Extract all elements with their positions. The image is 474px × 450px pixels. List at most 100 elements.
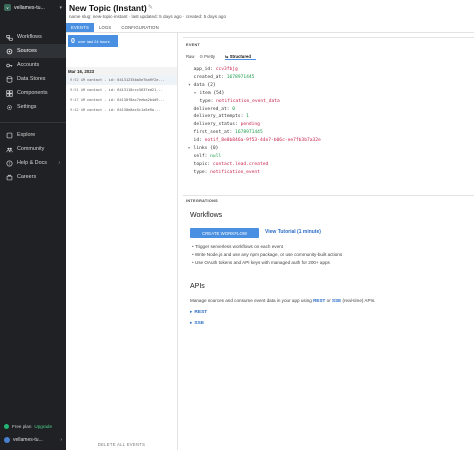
apis-desc-or: or xyxy=(325,298,332,303)
json-value: ccv3fbjg xyxy=(212,67,238,72)
apis-desc-pre: Manage sources and consume event data in… xyxy=(190,298,314,303)
json-line[interactable]: ▸ item {54} xyxy=(188,90,321,98)
json-key: item {54} xyxy=(199,90,225,96)
rest-inline-link[interactable]: REST xyxy=(313,298,325,303)
json-line[interactable]: ▸ links {0} xyxy=(188,145,321,153)
event-count-label: over last 24 hours xyxy=(77,38,110,44)
json-line: delivery_status: pending xyxy=(188,121,321,129)
sources-icon xyxy=(5,47,13,55)
tab-raw[interactable]: Raw xyxy=(186,54,194,60)
tab-bar: EVENTS LOGS CONFIGURATION xyxy=(66,23,164,32)
user-name: vellames-tu... xyxy=(13,437,43,443)
sidebar-item-label: Community xyxy=(17,146,45,152)
json-value: 1 xyxy=(243,114,249,120)
rest-expander[interactable]: ▸ REST xyxy=(190,310,207,315)
workflow-icon xyxy=(5,33,13,41)
workspace-switcher[interactable]: v vellames-tu... ▾ xyxy=(4,2,62,13)
user-menu[interactable]: vellames-tu... › xyxy=(4,437,62,443)
json-key: delivered_at: xyxy=(193,106,230,112)
sidebar-item-label: Help & Docs xyxy=(17,160,47,166)
json-line[interactable]: ▾ data {2} xyxy=(188,82,321,90)
sidebar-item-data-stores[interactable]: Data Stores xyxy=(0,72,66,86)
sidebar-item-label: Explore xyxy=(17,132,36,138)
sidebar-item-label: Accounts xyxy=(17,62,40,68)
sidebar-item-workflows[interactable]: Workflows xyxy=(0,30,66,44)
json-line: created_at: 1678971445 xyxy=(188,74,321,82)
json-value: notif_8e8b846a-9f53-44e7-b06c-ee7fb3b7a3… xyxy=(201,138,321,144)
database-icon xyxy=(5,75,13,83)
json-value: 1678971445 xyxy=(223,74,255,80)
event-summary: contact - id: 64131235ba5e7ba9f2e... xyxy=(87,78,165,82)
json-value: 1678971445 xyxy=(232,130,263,136)
event-row[interactable]: 9:42 AM contact - id: 64130e8ac5c1a5e9a.… xyxy=(66,105,177,115)
pencil-icon[interactable]: ✎ xyxy=(148,4,153,11)
apis-description: Manage sources and consume event data in… xyxy=(190,298,375,303)
sidebar-item-label: Settings xyxy=(17,104,37,110)
list-item: Use OAuth tokens and API keys with manag… xyxy=(192,259,342,267)
sidebar-item-settings[interactable]: Settings xyxy=(0,100,66,114)
sidebar-item-accounts[interactable]: Accounts xyxy=(0,58,66,72)
upgrade-link[interactable]: Upgrade xyxy=(34,424,52,429)
event-row[interactable]: 9:47 AM contact - id: 64130f8ac7eeba2b4d… xyxy=(66,95,177,105)
json-key: links {0} xyxy=(193,146,219,152)
help-icon: ? xyxy=(5,159,13,167)
sidebar-item-help-docs[interactable]: ? Help & Docs › xyxy=(0,156,66,170)
json-line: first_sent_at: 1678971445 xyxy=(188,129,321,137)
json-key: id: xyxy=(193,138,202,144)
sidebar-item-label: Careers xyxy=(17,174,37,180)
json-line: type: notification_event_data xyxy=(188,98,321,106)
json-value: null xyxy=(207,153,222,159)
json-line: delivery_attempts: 1 xyxy=(188,113,321,121)
sidebar-item-label: Workflows xyxy=(17,34,42,40)
sidebar-item-community[interactable]: Community xyxy=(0,142,66,156)
page-title: New Topic (Instant) xyxy=(69,3,147,13)
json-key: first_sent_at: xyxy=(193,130,233,136)
json-key: delivery_attempts: xyxy=(193,114,244,120)
event-row[interactable]: 9:51 AM contact - id: 6413118ccc5637ed21… xyxy=(66,85,177,95)
json-line: delivered_at: 0 xyxy=(188,106,321,114)
event-row[interactable]: 9:52 AM contact - id: 64131235ba5e7ba9f2… xyxy=(66,75,177,85)
plan-status-icon xyxy=(4,424,9,429)
sidebar-item-sources[interactable]: Sources xyxy=(0,44,66,58)
apis-desc-post: (real-time) APIs. xyxy=(341,298,376,303)
tab-configuration[interactable]: CONFIGURATION xyxy=(116,23,163,32)
delete-all-events-button[interactable]: DELETE ALL EVENTS xyxy=(66,442,177,447)
list-item: Write Node.js and use any npm package, o… xyxy=(192,251,342,259)
view-tutorial-link[interactable]: View Tutorial (1 minute) xyxy=(265,229,321,235)
json-key: type: xyxy=(193,169,208,175)
event-summary: contact - id: 64130e8ac5c1a5e9a... xyxy=(87,108,161,112)
components-icon xyxy=(5,89,13,97)
json-key: self: xyxy=(193,153,208,159)
json-key: topic: xyxy=(193,161,211,167)
create-workflow-button[interactable]: CREATE WORKFLOW xyxy=(190,228,259,238)
chevron-down-icon: ▾ xyxy=(59,4,62,11)
sidebar-item-explore[interactable]: Explore xyxy=(0,128,66,142)
sidebar-item-careers[interactable]: Careers xyxy=(0,170,66,184)
sidebar-item-label: Components xyxy=(17,90,48,96)
event-count-badge: 0 over last 24 hours xyxy=(68,35,118,47)
primary-nav: Workflows Sources Accounts Data Stores C… xyxy=(0,30,66,114)
sse-label: SSE xyxy=(194,321,205,326)
chevron-right-icon: › xyxy=(58,160,60,166)
json-key: type: xyxy=(199,98,214,104)
date-header: Mar 16, 2023 xyxy=(66,67,177,75)
sidebar-item-components[interactable]: Components xyxy=(0,86,66,100)
json-key: created_at: xyxy=(193,74,224,80)
workflows-heading: Workflows xyxy=(190,212,223,219)
json-key: data {2} xyxy=(193,82,216,88)
sidebar-item-label: Data Stores xyxy=(17,76,46,82)
sse-expander[interactable]: ▸ SSE xyxy=(190,321,204,326)
tab-logs[interactable]: LOGS xyxy=(94,23,116,32)
tab-pretty[interactable]: ⊙ Pretty xyxy=(199,54,220,60)
json-value: contact.lead.created xyxy=(210,161,269,167)
explore-icon xyxy=(5,131,13,139)
sse-inline-link[interactable]: SSE xyxy=(332,298,341,303)
tab-structured[interactable]: ⇆ Structured xyxy=(225,54,256,60)
events-list: 0 over last 24 hours Mar 16, 2023 9:52 A… xyxy=(66,33,178,450)
json-value: 0 xyxy=(229,106,236,112)
tab-events[interactable]: EVENTS xyxy=(66,23,94,32)
event-time: 9:47 AM xyxy=(70,98,86,102)
secondary-nav: Explore Community ? Help & Docs › Career… xyxy=(0,128,66,184)
list-item: Trigger serverless workflows on each eve… xyxy=(192,243,342,251)
json-line: id: notif_8e8b846a-9f53-44e7-b06c-ee7fb3… xyxy=(188,137,321,145)
